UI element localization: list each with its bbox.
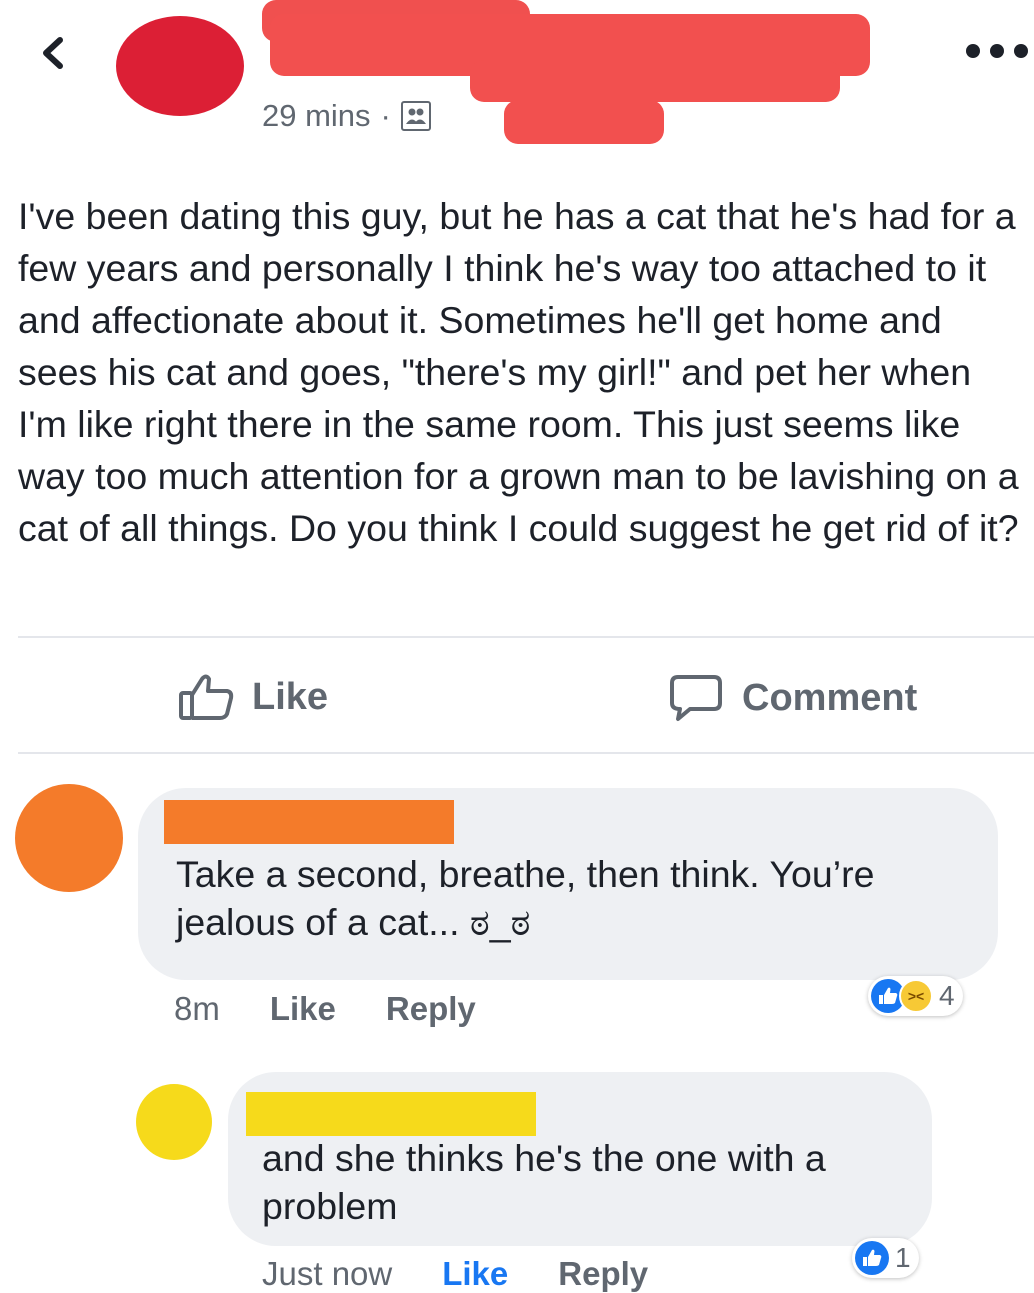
divider xyxy=(18,752,1034,754)
back-icon[interactable] xyxy=(28,28,78,78)
thumbs-up-icon xyxy=(179,674,234,720)
reply-like-button[interactable]: Like xyxy=(442,1255,508,1293)
like-label: Like xyxy=(252,675,329,718)
more-options-icon[interactable] xyxy=(966,42,1028,60)
comment-text: Take a second, breathe, then think. You’… xyxy=(176,853,875,943)
comment-like-button[interactable]: Like xyxy=(270,990,336,1028)
comment-meta: 8m Like Reply xyxy=(174,990,476,1028)
post-time[interactable]: 29 mins xyxy=(262,98,371,134)
post-meta: 29 mins · xyxy=(262,98,431,134)
reply-time[interactable]: Just now xyxy=(262,1255,392,1293)
reply-name-redacted[interactable] xyxy=(246,1092,536,1136)
like-reaction-icon xyxy=(855,1241,889,1275)
comment-button[interactable]: Comment xyxy=(668,673,917,723)
haha-reaction-icon: >< xyxy=(899,979,933,1013)
like-button[interactable]: Like xyxy=(178,673,328,721)
reply-text: and she thinks he's the one with a probl… xyxy=(262,1137,826,1227)
reaction-count: 4 xyxy=(939,980,955,1011)
commenter-avatar[interactable] xyxy=(15,784,123,892)
reply-meta: Just now Like Reply xyxy=(262,1255,648,1293)
comment-time[interactable]: 8m xyxy=(174,990,220,1028)
divider xyxy=(18,636,1034,638)
speech-bubble-icon xyxy=(670,675,722,721)
commenter-name-redacted[interactable] xyxy=(164,800,454,844)
comment-reply-button[interactable]: Reply xyxy=(386,990,476,1028)
reply-reply-button[interactable]: Reply xyxy=(558,1255,648,1293)
poster-avatar[interactable] xyxy=(116,16,244,116)
comment-label: Comment xyxy=(742,676,918,719)
reply-avatar[interactable] xyxy=(136,1084,212,1160)
reaction-summary[interactable]: >< 4 xyxy=(868,976,963,1016)
reply-reaction-summary[interactable]: 1 xyxy=(852,1238,919,1278)
reaction-count: 1 xyxy=(895,1242,911,1273)
meta-separator: · xyxy=(380,98,391,133)
post-text: I've been dating this guy, but he has a … xyxy=(18,195,1019,549)
friends-icon xyxy=(400,101,431,131)
